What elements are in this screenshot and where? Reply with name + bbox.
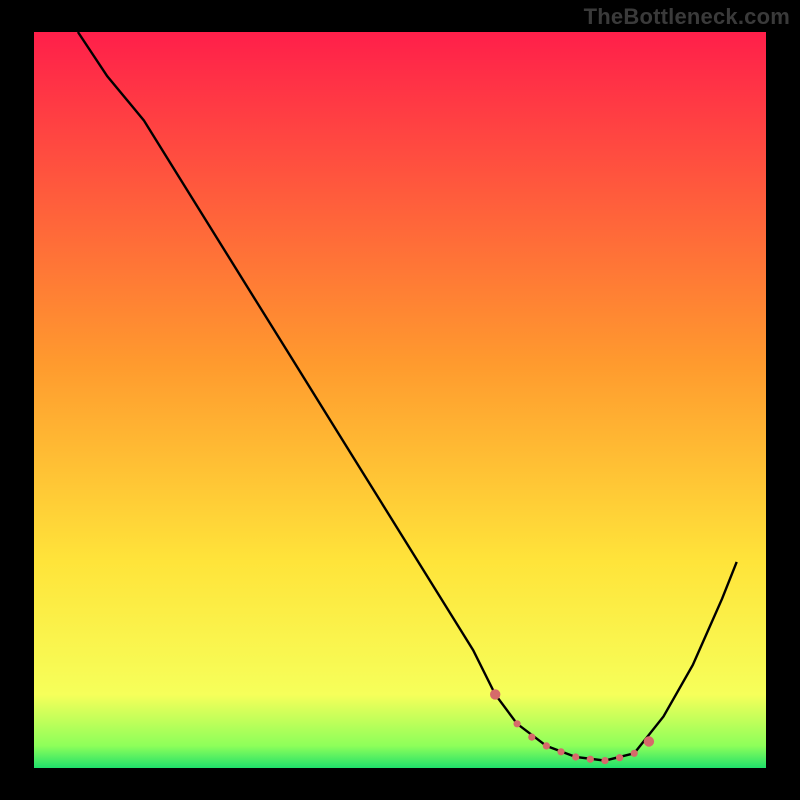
marker-dot: [601, 757, 608, 764]
plot-area: [34, 32, 766, 768]
marker-dot: [528, 734, 535, 741]
marker-dot: [543, 742, 550, 749]
bottleneck-chart: [0, 0, 800, 800]
marker-dot: [514, 720, 521, 727]
marker-dot: [490, 689, 500, 699]
marker-dot: [631, 750, 638, 757]
marker-dot: [572, 753, 579, 760]
watermark-text: TheBottleneck.com: [584, 4, 790, 30]
marker-dot: [644, 736, 654, 746]
marker-dot: [616, 754, 623, 761]
marker-dot: [587, 756, 594, 763]
marker-dot: [557, 748, 564, 755]
chart-container: TheBottleneck.com: [0, 0, 800, 800]
